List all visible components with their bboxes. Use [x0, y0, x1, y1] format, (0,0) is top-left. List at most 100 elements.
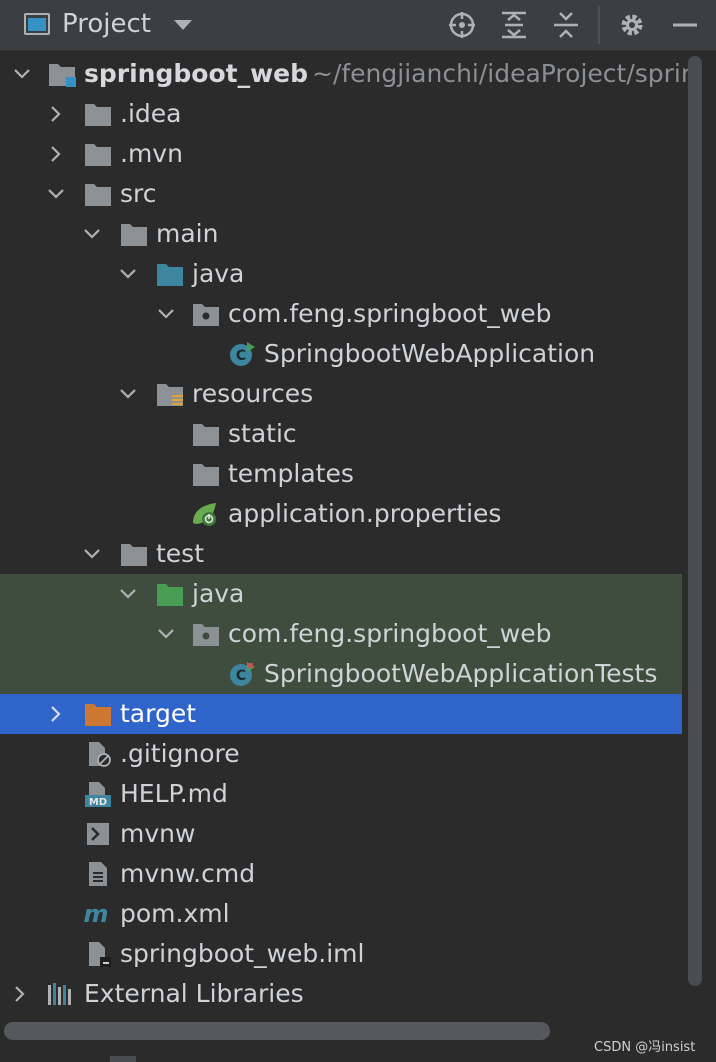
chevron-right-icon[interactable]: [10, 984, 30, 1004]
tree-row-mvn[interactable]: .mvn: [0, 134, 684, 174]
module-folder-icon: [48, 61, 76, 87]
tree-item-label: com.feng.springboot_web: [228, 299, 552, 328]
svg-text:m: m: [83, 901, 108, 927]
tree-item-label: application.properties: [228, 499, 502, 528]
tree-row-main-class[interactable]: C SpringbootWebApplication: [0, 334, 684, 374]
minimize-icon[interactable]: [670, 10, 700, 40]
project-window-icon: [24, 13, 50, 35]
tree-item-label: main: [156, 219, 219, 248]
tree-item-label: target: [120, 699, 197, 728]
chevron-right-icon[interactable]: [46, 144, 66, 164]
chevron-down-icon[interactable]: [118, 584, 138, 604]
tree-row-target[interactable]: target: [0, 694, 682, 734]
tree-item-label: src: [120, 179, 157, 208]
view-dropdown-icon[interactable]: [174, 20, 192, 30]
chevron-right-icon[interactable]: [46, 704, 66, 724]
tree-item-label: External Libraries: [84, 979, 304, 1008]
tree-row-test[interactable]: test: [0, 534, 684, 574]
tool-window-header: Project: [0, 0, 716, 51]
test-class-icon: C: [228, 661, 256, 687]
watermark: CSDN @冯insist: [594, 1040, 696, 1055]
tree-row-main[interactable]: main: [0, 214, 684, 254]
header-separator: [598, 6, 600, 44]
chevron-down-icon[interactable]: [156, 304, 176, 324]
folder-icon: [120, 541, 148, 567]
tree-row-app-properties[interactable]: application.properties: [0, 494, 684, 534]
chevron-down-icon[interactable]: [156, 624, 176, 644]
resources-folder-icon: [156, 381, 184, 407]
root-path-hint: ~/fengjianchi/ideaProject/sprir: [312, 59, 692, 88]
module-file-icon: [84, 941, 112, 967]
chevron-right-icon[interactable]: [46, 104, 66, 124]
tree-item-label: mvnw: [120, 819, 196, 848]
libraries-icon: [46, 981, 74, 1007]
ignore-file-icon: [84, 741, 112, 767]
chevron-down-icon[interactable]: [12, 64, 32, 84]
tree-row-help[interactable]: MD HELP.md: [0, 774, 684, 814]
tree-item-label: java: [192, 259, 245, 288]
tree-row-mvnw-cmd[interactable]: mvnw.cmd: [0, 854, 684, 894]
markdown-file-icon: MD: [84, 781, 112, 808]
tree-item-label: SpringbootWebApplication: [264, 339, 596, 368]
folder-icon: [84, 101, 112, 127]
svg-text:C: C: [236, 668, 246, 684]
chevron-down-icon[interactable]: [82, 544, 102, 564]
tree-item-label: .mvn: [120, 139, 183, 168]
collapse-all-icon[interactable]: [551, 10, 581, 40]
tree-item-label: com.feng.springboot_web: [228, 619, 552, 648]
maven-icon: m: [82, 900, 110, 928]
tree-item-label: springboot_web.iml: [120, 939, 365, 968]
gear-icon[interactable]: [617, 10, 647, 40]
package-icon: [192, 301, 220, 327]
tree-row-iml[interactable]: springboot_web.iml: [0, 934, 684, 974]
tree-item-label: java: [192, 579, 245, 608]
tree-row-external-libraries[interactable]: External Libraries: [0, 974, 684, 1014]
tree-row-test-package[interactable]: com.feng.springboot_web: [0, 614, 682, 654]
svg-text:C: C: [236, 348, 246, 364]
tree-row-pom[interactable]: m pom.xml: [0, 894, 684, 934]
tree-row-main-java[interactable]: java: [0, 254, 684, 294]
package-icon: [192, 621, 220, 647]
vertical-scrollbar[interactable]: [688, 56, 702, 986]
tree-row-mvnw[interactable]: mvnw: [0, 814, 684, 854]
spring-properties-icon: [190, 501, 218, 527]
tree-item-label: templates: [228, 459, 354, 488]
project-tool-window: Project springboot_web ~/fengjianchi/ide…: [0, 0, 716, 1062]
excluded-folder-icon: [84, 701, 112, 727]
tree-row-gitignore[interactable]: .gitignore: [0, 734, 684, 774]
root-module-label: springboot_web: [84, 59, 309, 88]
folder-icon: [192, 421, 220, 447]
tree-row-test-class[interactable]: C SpringbootWebApplicationTests: [0, 654, 682, 694]
locate-icon[interactable]: [447, 10, 477, 40]
tree-item-label: SpringbootWebApplicationTests: [264, 659, 658, 688]
tree-row-test-java[interactable]: java: [0, 574, 682, 614]
tree-row-resources[interactable]: resources: [0, 374, 684, 414]
tree-row-src[interactable]: src: [0, 174, 684, 214]
tree-item-label: mvnw.cmd: [120, 859, 256, 888]
spring-boot-class-icon: C: [228, 341, 256, 367]
bottom-edge-tab: [110, 1056, 136, 1062]
tree-item-label: static: [228, 419, 297, 448]
shell-script-icon: [84, 821, 112, 847]
tree-row-templates[interactable]: templates: [0, 454, 684, 494]
chevron-down-icon[interactable]: [118, 264, 138, 284]
tree-item-label: .gitignore: [120, 739, 240, 768]
folder-icon: [84, 141, 112, 167]
tree-row-main-package[interactable]: com.feng.springboot_web: [0, 294, 684, 334]
text-file-icon: [84, 861, 112, 887]
tree-row-root[interactable]: springboot_web ~/fengjianchi/ideaProject…: [0, 54, 691, 94]
chevron-down-icon[interactable]: [46, 184, 66, 204]
test-source-folder-icon: [156, 581, 184, 607]
tree-row-idea[interactable]: .idea: [0, 94, 684, 134]
project-tree: springboot_web ~/fengjianchi/ideaProject…: [0, 52, 691, 1014]
tree-row-static[interactable]: static: [0, 414, 684, 454]
tree-item-label: pom.xml: [120, 899, 230, 928]
tool-window-title[interactable]: Project: [62, 9, 151, 39]
expand-all-icon[interactable]: [499, 10, 529, 40]
tree-item-label: test: [156, 539, 205, 568]
chevron-down-icon[interactable]: [82, 224, 102, 244]
chevron-down-icon[interactable]: [118, 384, 138, 404]
source-folder-icon: [156, 261, 184, 287]
horizontal-scrollbar[interactable]: [4, 1022, 550, 1040]
tree-item-label: HELP.md: [120, 779, 228, 808]
